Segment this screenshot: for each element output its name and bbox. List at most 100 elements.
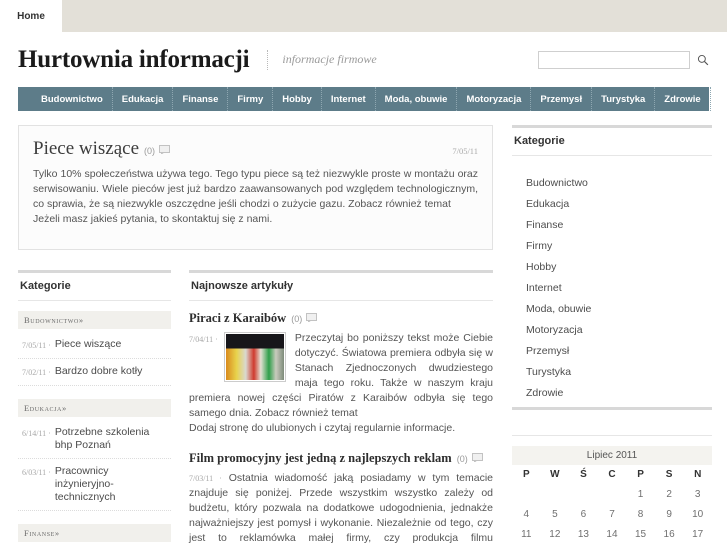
calendar-day[interactable]: 13 bbox=[569, 524, 598, 544]
calendar-weekday: S bbox=[665, 469, 673, 480]
sidebar-item-finanse[interactable]: Finanse bbox=[526, 214, 712, 235]
calendar-day[interactable]: 17 bbox=[683, 524, 712, 544]
search-input[interactable] bbox=[538, 50, 690, 69]
calendar-day[interactable]: 16 bbox=[655, 524, 684, 544]
list-item-date: 7/05/11 bbox=[22, 338, 51, 352]
nav-item-motoryzacja[interactable]: Motoryzacja bbox=[457, 87, 532, 111]
site-tagline: informacje firmowe bbox=[282, 52, 377, 66]
list-item[interactable]: 7/05/11 Piece wiszące bbox=[18, 332, 171, 359]
nav-item-budownictwo[interactable]: Budownictwo bbox=[32, 87, 113, 111]
category-group-heading[interactable]: Finanse» bbox=[18, 524, 171, 542]
calendar-day[interactable]: 14 bbox=[598, 524, 627, 544]
site-title: Hurtownia informacji bbox=[18, 45, 250, 73]
featured-post-date: 7/05/11 bbox=[452, 146, 478, 156]
calendar-day[interactable]: 1 bbox=[626, 484, 655, 504]
content-column: Piece wiszące (0) 7/05/11 Tylko 10% społ… bbox=[18, 125, 493, 545]
list-item-date: 6/14/11 bbox=[22, 426, 51, 452]
sidebar-item-firmy[interactable]: Firmy bbox=[526, 235, 712, 256]
list-item[interactable]: 6/03/11 Pracownicy inżynieryjno-technicz… bbox=[18, 459, 171, 511]
calendar-day[interactable] bbox=[512, 484, 541, 504]
calendar-day[interactable]: 3 bbox=[683, 484, 712, 504]
nav-item-hobby[interactable]: Hobby bbox=[273, 87, 322, 111]
article-date: 7/03/11 bbox=[189, 474, 222, 483]
calendar-week-row: 1 2 3 bbox=[512, 484, 712, 504]
calendar-day[interactable]: 7 bbox=[598, 504, 627, 524]
sidebar-item-przemysl[interactable]: Przemysł bbox=[526, 340, 712, 361]
comment-bubble-icon[interactable] bbox=[471, 453, 483, 465]
sidebar-item-zdrowie[interactable]: Zdrowie bbox=[526, 382, 712, 403]
list-item-date: 6/03/11 bbox=[22, 465, 51, 504]
category-group-edukacja: Edukacja» 6/14/11 Potrzebne szkolenia bh… bbox=[18, 399, 171, 511]
article-comment-count: (0) bbox=[456, 454, 468, 464]
calendar-day[interactable] bbox=[598, 484, 627, 504]
calendar-day[interactable] bbox=[569, 484, 598, 504]
calendar-day[interactable] bbox=[541, 484, 570, 504]
comment-bubble-icon[interactable] bbox=[306, 313, 318, 325]
article-thumbnail-image bbox=[225, 334, 284, 380]
calendar-day[interactable]: 10 bbox=[683, 504, 712, 524]
article-comment-count: (0) bbox=[291, 314, 303, 324]
comment-bubble-icon[interactable] bbox=[159, 145, 171, 157]
list-item[interactable]: 7/02/11 Bardzo dobre kotły bbox=[18, 359, 171, 386]
category-group-heading[interactable]: Edukacja» bbox=[18, 399, 171, 417]
list-item-label[interactable]: Bardzo dobre kotły bbox=[55, 365, 143, 379]
calendar: Lipiec 2011 P W Ś C P S N 1 2 3 4 5 6 7 … bbox=[512, 446, 712, 545]
category-group-budownictwo: Budownictwo» 7/05/11 Piece wiszące 7/02/… bbox=[18, 311, 171, 386]
calendar-weekday: C bbox=[608, 469, 616, 480]
calendar-day[interactable]: 4 bbox=[512, 504, 541, 524]
category-group-heading[interactable]: Budownictwo» bbox=[18, 311, 171, 329]
article-header: Film promocyjny jest jedną z najlepszych… bbox=[189, 451, 493, 466]
article-title[interactable]: Piraci z Karaibów bbox=[189, 311, 286, 326]
list-item-label[interactable]: Pracownicy inżynieryjno-technicznych bbox=[55, 465, 169, 504]
tab-home[interactable]: Home bbox=[0, 0, 62, 32]
sidebar-item-budownictwo[interactable]: Budownictwo bbox=[526, 172, 712, 193]
calendar-day[interactable]: 15 bbox=[626, 524, 655, 544]
page-body: Piece wiszące (0) 7/05/11 Tylko 10% społ… bbox=[0, 111, 727, 545]
sidebar-item-motoryzacja[interactable]: Motoryzacja bbox=[526, 319, 712, 340]
list-item-label[interactable]: Piece wiszące bbox=[55, 338, 122, 352]
sidebar-item-moda-obuwie[interactable]: Moda, obuwie bbox=[526, 298, 712, 319]
calendar-day[interactable]: 11 bbox=[512, 524, 541, 544]
category-group-finanse: Finanse» 5/27/11 Wypadek przy pracy od n… bbox=[18, 524, 171, 545]
calendar-day[interactable]: 5 bbox=[541, 504, 570, 524]
calendar-weekday: N bbox=[694, 469, 702, 480]
featured-post-title[interactable]: Piece wiszące bbox=[33, 138, 139, 160]
calendar-day[interactable]: 8 bbox=[626, 504, 655, 524]
calendar-day[interactable]: 6 bbox=[569, 504, 598, 524]
nav-item-edukacja[interactable]: Edukacja bbox=[113, 87, 174, 111]
nav-wrapper: Budownictwo Edukacja Finanse Firmy Hobby… bbox=[0, 87, 727, 111]
sidebar-item-internet[interactable]: Internet bbox=[526, 277, 712, 298]
list-item-label[interactable]: Potrzebne szkolenia bhp Poznań bbox=[55, 426, 169, 452]
article-body: 7/03/11 Ostatnia wiadomość jaką posiadam… bbox=[189, 471, 493, 545]
search-area bbox=[538, 50, 709, 69]
site-header: Hurtownia informacji informacje firmowe bbox=[0, 32, 727, 87]
calendar-day[interactable]: 9 bbox=[655, 504, 684, 524]
right-sidebar-title: Kategorie bbox=[512, 125, 712, 156]
article-extra-line: Dodaj stronę do ulubionych i czytaj regu… bbox=[189, 422, 456, 434]
calendar-week-row: 4 5 6 7 8 9 10 bbox=[512, 504, 712, 524]
nav-item-przemysl[interactable]: Przemysł bbox=[531, 87, 593, 111]
article-thumbnail[interactable] bbox=[223, 332, 286, 382]
article-title[interactable]: Film promocyjny jest jedną z najlepszych… bbox=[189, 451, 452, 466]
list-item-date: 7/02/11 bbox=[22, 365, 51, 379]
nav-item-finanse[interactable]: Finanse bbox=[173, 87, 229, 111]
sidebar-item-turystyka[interactable]: Turystyka bbox=[526, 361, 712, 382]
sidebar-item-edukacja[interactable]: Edukacja bbox=[526, 193, 712, 214]
article-item: Piraci z Karaibów (0) 7/04/11 Pr bbox=[189, 311, 493, 436]
search-icon[interactable] bbox=[697, 54, 709, 66]
nav-item-moda-obuwie[interactable]: Moda, obuwie bbox=[376, 87, 458, 111]
article-header: Piraci z Karaibów (0) bbox=[189, 311, 493, 326]
calendar-day[interactable]: 12 bbox=[541, 524, 570, 544]
sidebar-item-hobby[interactable]: Hobby bbox=[526, 256, 712, 277]
title-divider bbox=[267, 49, 269, 70]
list-item[interactable]: 6/14/11 Potrzebne szkolenia bhp Poznań bbox=[18, 420, 171, 459]
nav-item-turystyka[interactable]: Turystyka bbox=[592, 87, 656, 111]
left-sidebar-title: Kategorie bbox=[18, 270, 171, 301]
calendar-day[interactable]: 2 bbox=[655, 484, 684, 504]
article-item: Film promocyjny jest jedną z najlepszych… bbox=[189, 451, 493, 545]
nav-item-firmy[interactable]: Firmy bbox=[228, 87, 274, 111]
calendar-weekday-row: P W Ś C P S N bbox=[512, 465, 712, 484]
nav-item-zdrowie[interactable]: Zdrowie bbox=[655, 87, 711, 111]
nav-item-internet[interactable]: Internet bbox=[322, 87, 376, 111]
calendar-widget-title bbox=[512, 407, 712, 436]
